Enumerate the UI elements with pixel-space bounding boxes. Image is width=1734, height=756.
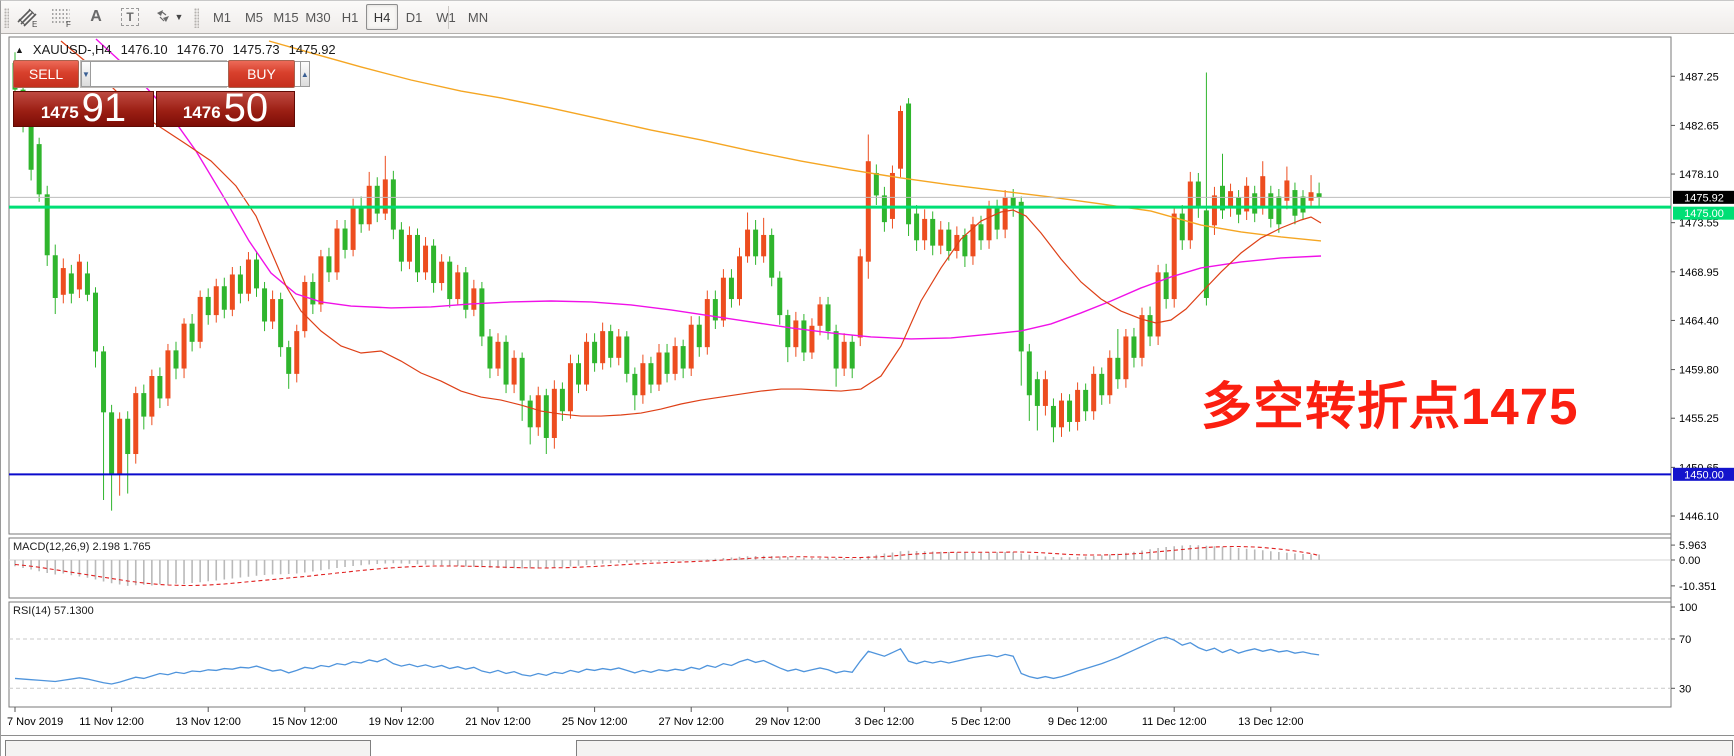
volume-stepper: ▼ ▲ (80, 60, 227, 88)
time-label: 27 Nov 12:00 (658, 716, 723, 728)
price-tick: 1468.95 (1679, 267, 1719, 279)
rsi-tick: 100 (1679, 602, 1697, 614)
time-label: 21 Nov 12:00 (465, 716, 530, 728)
macd-tick: 0.00 (1679, 555, 1700, 567)
price-tick: 1459.80 (1679, 365, 1719, 377)
green-line-badge-label: 1475.00 (1684, 208, 1724, 220)
quote-high: 1476.70 (177, 42, 224, 57)
time-label: 5 Dec 12:00 (951, 716, 1010, 728)
price-tick: 1446.10 (1679, 511, 1719, 523)
chevron-down-icon: ▼ (175, 12, 184, 22)
toolbar-drag-handle[interactable] (194, 8, 199, 28)
buy-price-big: 50 (224, 92, 269, 125)
price-tick: 1482.65 (1679, 120, 1719, 132)
time-label: 9 Dec 12:00 (1048, 716, 1107, 728)
toolbar-separator (448, 6, 449, 29)
buy-button[interactable]: BUY (228, 60, 295, 88)
volume-increase-button[interactable]: ▲ (300, 61, 310, 87)
price-tick: 1487.25 (1679, 71, 1719, 83)
sell-button[interactable]: SELL (13, 60, 79, 88)
volume-decrease-button[interactable]: ▼ (81, 61, 91, 87)
rsi-tick: 30 (1679, 683, 1691, 695)
tf-button-W1[interactable]: W1 (430, 4, 462, 30)
price-tick: 1455.25 (1679, 413, 1719, 425)
sell-price-tile[interactable]: 1475 91 (13, 91, 154, 127)
text-label-icon[interactable]: A (81, 4, 111, 30)
macd-tick: -10.351 (1679, 581, 1716, 593)
quote-close: 1475.92 (289, 42, 336, 57)
tf-button-MN[interactable]: MN (462, 4, 494, 30)
chart-annotation-text: 多空转折点1475 (1201, 365, 1578, 439)
tf-button-M5[interactable]: M5 (238, 4, 270, 30)
price-tick: 1464.40 (1679, 315, 1719, 327)
time-label: 3 Dec 12:00 (855, 716, 914, 728)
price-tick: 1478.10 (1679, 169, 1719, 181)
quote-open: 1476.10 (121, 42, 168, 57)
docked-window-edge[interactable] (576, 740, 1733, 756)
arrows-tool-icon[interactable]: ▼ (149, 4, 187, 30)
svg-text:F: F (66, 20, 71, 28)
time-label: 13 Dec 12:00 (1238, 716, 1303, 728)
collapse-triangle-icon[interactable]: ▲ (15, 45, 24, 55)
time-label: 11 Nov 12:00 (79, 716, 144, 728)
time-label: 29 Nov 12:00 (755, 716, 820, 728)
tf-button-M15[interactable]: M15 (270, 4, 302, 30)
one-click-trading-panel: SELL ▼ ▲ BUY 1475 91 1476 50 (11, 60, 299, 89)
toolbar: E F A T ▼ M1M5M15M30H1H4D1W1MN (1, 1, 1734, 34)
buy-price-small: 1476 (183, 104, 221, 121)
rsi-panel[interactable] (9, 602, 1671, 707)
text-box-icon[interactable]: T (115, 4, 145, 30)
elliott-channel-icon[interactable]: E (13, 4, 43, 30)
fibonacci-lines-icon[interactable]: F (47, 4, 77, 30)
sell-price-big: 91 (82, 92, 127, 125)
docked-windows-strip (1, 735, 1734, 756)
time-label: 11 Dec 12:00 (1142, 716, 1207, 728)
macd-tick: 5.963 (1679, 540, 1707, 552)
tf-button-M30[interactable]: M30 (302, 4, 334, 30)
symbol-label: XAUUSD-,H4 (33, 42, 112, 57)
quote-low: 1475.73 (233, 42, 280, 57)
time-label: 25 Nov 12:00 (562, 716, 627, 728)
time-label: 19 Nov 12:00 (369, 716, 434, 728)
tf-button-H4[interactable]: H4 (366, 4, 398, 30)
sell-price-small: 1475 (41, 104, 79, 121)
current-price-badge-label: 1475.92 (1684, 192, 1724, 204)
docked-window-edge[interactable] (5, 740, 371, 756)
blue-line-badge-label: 1450.00 (1684, 469, 1724, 481)
tf-button-M1[interactable]: M1 (206, 4, 238, 30)
svg-text:E: E (32, 20, 37, 28)
time-label: 13 Nov 12:00 (175, 716, 240, 728)
toolbar-drag-handle[interactable] (4, 8, 9, 28)
rsi-label: RSI(14) 57.1300 (13, 605, 94, 617)
macd-label: MACD(12,26,9) 2.198 1.765 (13, 541, 151, 553)
rsi-tick: 70 (1679, 634, 1691, 646)
time-label: 7 Nov 2019 (7, 716, 63, 728)
time-label: 15 Nov 12:00 (272, 716, 337, 728)
quote-header: ▲ XAUUSD-,H4 1476.10 1476.70 1475.73 147… (15, 42, 336, 57)
tf-button-H1[interactable]: H1 (334, 4, 366, 30)
buy-price-tile[interactable]: 1476 50 (156, 91, 295, 127)
trading-terminal-window: E F A T ▼ M1M5M15M30H1H4D1W1MN 1487.25 14… (0, 0, 1734, 756)
macd-panel[interactable] (9, 538, 1671, 598)
tf-button-D1[interactable]: D1 (398, 4, 430, 30)
